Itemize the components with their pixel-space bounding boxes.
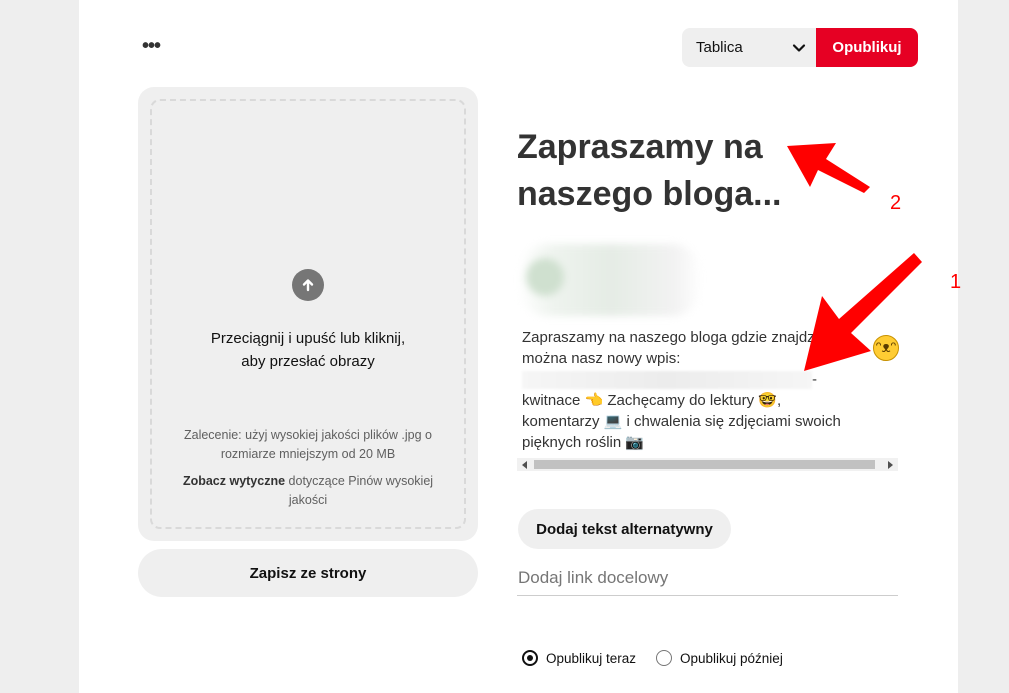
description-line3-suffix: - <box>812 371 817 388</box>
upload-instruction: Przeciągnij i upuść lub kliknij, aby prz… <box>158 327 458 373</box>
board-select-dropdown[interactable]: Tablica <box>682 28 816 67</box>
publish-later-label: Opublikuj później <box>680 650 783 666</box>
publish-later-option[interactable]: Opublikuj później <box>656 648 783 668</box>
destination-link-input[interactable] <box>517 560 898 596</box>
publish-later-radio[interactable] <box>656 650 672 666</box>
upload-arrow-icon[interactable] <box>292 269 324 301</box>
description-line2: można nasz nowy wpis: <box>522 350 681 367</box>
description-line6: pięknych roślin 📷 <box>522 434 645 451</box>
image-upload-area[interactable]: Przeciągnij i upuść lub kliknij, aby prz… <box>138 87 478 541</box>
pin-title[interactable]: Zapraszamy na naszego bloga... <box>517 124 817 218</box>
guidelines-link[interactable]: Zobacz wytyczne <box>183 474 285 488</box>
description-line4: kwitnace 👈 Zachęcamy do lektury 🤓, <box>522 392 782 409</box>
description-line3: - <box>522 369 892 390</box>
upload-guidelines: Zobacz wytyczne dotyczące Pinów wysokiej… <box>164 472 452 510</box>
publish-now-option[interactable]: Opublikuj teraz <box>522 648 636 668</box>
pin-description-textarea[interactable]: Zapraszamy na naszego bloga gdzie znajdz… <box>517 322 898 472</box>
more-options-button[interactable]: ••• <box>140 34 162 58</box>
add-alt-text-button[interactable]: Dodaj tekst alternatywny <box>518 509 731 549</box>
pin-description-text: Zapraszamy na naszego bloga gdzie znajdz… <box>522 327 892 453</box>
publish-now-label: Opublikuj teraz <box>546 650 637 666</box>
upload-dropzone-border <box>150 99 466 529</box>
description-line1: Zapraszamy na naszego bloga gdzie znajdz… <box>522 329 842 346</box>
publish-now-radio[interactable] <box>522 650 538 666</box>
upload-instruction-line2: aby przesłać obrazy <box>241 353 375 370</box>
redacted-link <box>522 371 812 390</box>
blurred-profile-avatar <box>518 244 702 316</box>
scroll-left-arrow-icon[interactable] <box>522 461 527 469</box>
upload-recommendation: Zalecenie: użyj wysokiej jakości plików … <box>183 428 433 461</box>
upload-instruction-line1: Przeciągnij i upuść lub kliknij, <box>210 330 406 347</box>
description-line5: komentarzy 💻 i chwalenia się zdjęciami s… <box>522 413 841 430</box>
scrollbar-thumb[interactable] <box>534 460 875 469</box>
save-from-site-button[interactable]: Zapisz ze strony <box>138 549 478 597</box>
guidelines-text: dotyczące Pinów wysokiej jakości <box>285 474 434 507</box>
board-select-value: Tablica <box>696 39 743 56</box>
scroll-right-arrow-icon[interactable] <box>888 461 893 469</box>
horizontal-scrollbar[interactable] <box>517 458 898 471</box>
annotation-label-1: 1 <box>950 271 962 293</box>
publish-button[interactable]: Opublikuj <box>816 28 918 67</box>
annotation-label-2: 2 <box>890 192 902 214</box>
smiley-emoji-icon: ᵔᴥᵔ <box>873 335 899 361</box>
chevron-down-icon <box>792 43 806 52</box>
